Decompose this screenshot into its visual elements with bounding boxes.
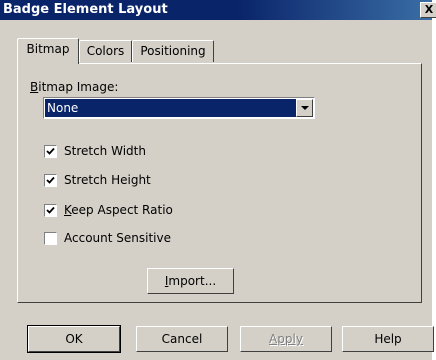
- checkmark-icon: [46, 147, 55, 155]
- dropdown-button[interactable]: [296, 99, 313, 117]
- window-title: Badge Element Layout: [3, 2, 168, 17]
- tab-positioning-label: Positioning: [140, 44, 206, 58]
- stretch-width-label: Stretch Width: [64, 144, 146, 158]
- tab-colors-label: Colors: [86, 44, 125, 58]
- import-button[interactable]: Import...: [147, 268, 234, 294]
- keep-aspect-ratio-label: Keep Aspect Ratio: [64, 203, 173, 217]
- tab-colors[interactable]: Colors: [79, 40, 132, 62]
- account-sensitive-label: Account Sensitive: [64, 231, 171, 245]
- cancel-button[interactable]: Cancel: [136, 326, 228, 352]
- stretch-height-checkbox[interactable]: [44, 174, 57, 187]
- keep-aspect-ratio-checkbox[interactable]: [44, 204, 57, 217]
- apply-button[interactable]: Apply: [240, 326, 332, 352]
- ok-label: OK: [65, 332, 83, 346]
- bitmap-image-label: Bitmap Image:: [30, 80, 118, 94]
- apply-label: Apply: [269, 332, 303, 346]
- tab-bitmap-label: Bitmap: [26, 42, 70, 56]
- close-icon: X: [424, 3, 434, 16]
- bitmap-image-select[interactable]: None: [43, 97, 315, 119]
- import-rest: mport...: [168, 274, 217, 288]
- ok-button[interactable]: OK: [27, 325, 121, 353]
- stretch-height-label: Stretch Height: [64, 173, 151, 187]
- keep-aspect-rest: eep Aspect Ratio: [71, 203, 173, 217]
- stretch-width-checkbox[interactable]: [44, 145, 57, 158]
- tab-positioning[interactable]: Positioning: [132, 40, 214, 62]
- checkmark-icon: [46, 206, 55, 214]
- bitmap-image-value: None: [45, 99, 296, 117]
- tab-bitmap[interactable]: Bitmap: [17, 38, 79, 64]
- bitmap-label-rest: itmap Image:: [38, 80, 119, 94]
- checkmark-icon: [46, 176, 55, 184]
- dialog-window: Badge Element Layout X Bitmap Colors Pos…: [0, 0, 436, 360]
- account-sensitive-checkbox[interactable]: [44, 232, 57, 245]
- help-label: Help: [374, 332, 402, 346]
- cancel-label: Cancel: [161, 332, 203, 346]
- bitmap-label-mnemonic: B: [30, 80, 39, 94]
- help-button[interactable]: Help: [342, 326, 434, 352]
- title-bar[interactable]: Badge Element Layout X: [0, 0, 436, 20]
- chevron-down-icon: [301, 106, 309, 110]
- close-button[interactable]: X: [420, 2, 436, 18]
